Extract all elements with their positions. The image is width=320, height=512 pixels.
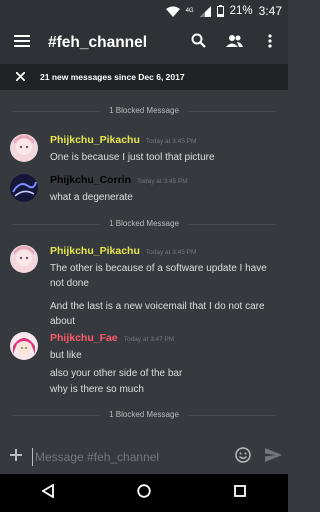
app-bar: #feh_channel — [0, 22, 288, 64]
members-icon — [225, 34, 243, 52]
blocked-message-divider[interactable]: 1 Blocked Message — [0, 410, 288, 419]
message-text[interactable]: And the last is a new voicemail that I d… — [50, 299, 280, 329]
signal-icon — [199, 5, 211, 17]
dismiss-banner-button[interactable] — [0, 64, 40, 90]
battery-icon — [216, 5, 224, 17]
message-text[interactable]: One is because I just tool that picture — [50, 150, 280, 165]
back-button[interactable] — [18, 474, 78, 512]
message-header: Phijkchu_Corrin Today at 3:45 PM — [50, 174, 188, 186]
recents-icon — [234, 484, 246, 502]
plus-icon — [10, 448, 22, 466]
home-button[interactable] — [114, 474, 174, 512]
send-icon — [264, 447, 282, 467]
author-name[interactable]: Phijkchu_Pikachu — [50, 245, 140, 257]
message-header: Phijkchu_Pikachu Today at 3:45 PM — [50, 134, 196, 146]
more-icon — [268, 33, 272, 53]
avatar[interactable] — [10, 332, 38, 360]
message-list[interactable]: 1 Blocked Message Phijkchu_Pikachu Today… — [0, 90, 288, 440]
new-messages-banner[interactable]: 21 new messages since Dec 6, 2017 — [0, 64, 288, 90]
back-icon — [41, 482, 54, 503]
network-type-label: 4G — [185, 8, 194, 14]
author-name[interactable]: Phijkchu_Pikachu — [50, 134, 140, 146]
attach-button[interactable] — [0, 440, 32, 474]
avatar[interactable] — [10, 134, 38, 162]
blocked-message-divider[interactable]: 1 Blocked Message — [0, 106, 288, 115]
message-text[interactable]: also your other side of the bar — [50, 366, 280, 381]
channel-title: #feh_channel — [48, 34, 148, 51]
message-text[interactable]: The other is because of a software updat… — [50, 261, 280, 291]
battery-percent: 21% — [229, 5, 253, 17]
message-text[interactable]: but like — [50, 348, 280, 363]
message-text[interactable]: why is there so much — [50, 382, 280, 397]
message-composer: Message #feh_channel — [0, 440, 288, 474]
more-options-button[interactable] — [252, 22, 288, 64]
author-name[interactable]: Phijkchu_Fae — [50, 332, 118, 344]
message-header: Phijkchu_Pikachu Today at 3:45 PM — [50, 245, 196, 257]
blocked-message-divider[interactable]: 1 Blocked Message — [0, 219, 288, 228]
status-time: 3:47 — [258, 4, 282, 18]
system-nav-bar — [0, 474, 288, 512]
avatar[interactable] — [10, 245, 38, 273]
message-timestamp: Today at 3:45 PM — [145, 138, 197, 145]
menu-icon — [14, 34, 30, 52]
message-timestamp: Today at 3:47 PM — [123, 336, 175, 343]
message-header: Phijkchu_Fae Today at 3:47 PM — [50, 332, 174, 344]
emoji-icon — [235, 446, 251, 468]
search-icon — [191, 33, 206, 53]
menu-button[interactable] — [0, 22, 44, 64]
message-text[interactable]: what a degenerate — [50, 190, 280, 205]
status-bar: 4G 21% 3:47 — [0, 0, 288, 22]
banner-text: 21 new messages since Dec 6, 2017 — [40, 72, 185, 82]
search-button[interactable] — [180, 22, 216, 64]
message-input[interactable]: Message #feh_channel — [32, 448, 228, 466]
message-timestamp: Today at 3:45 PM — [145, 249, 197, 256]
close-icon — [14, 68, 26, 86]
recents-button[interactable] — [210, 474, 270, 512]
members-button[interactable] — [216, 22, 252, 64]
message-timestamp: Today at 3:45 PM — [137, 178, 188, 185]
home-icon — [137, 483, 151, 503]
wifi-icon — [165, 6, 180, 17]
author-name[interactable]: Phijkchu_Corrin — [50, 174, 131, 186]
emoji-button[interactable] — [228, 440, 258, 474]
send-button[interactable] — [258, 440, 288, 474]
avatar[interactable] — [10, 174, 38, 202]
